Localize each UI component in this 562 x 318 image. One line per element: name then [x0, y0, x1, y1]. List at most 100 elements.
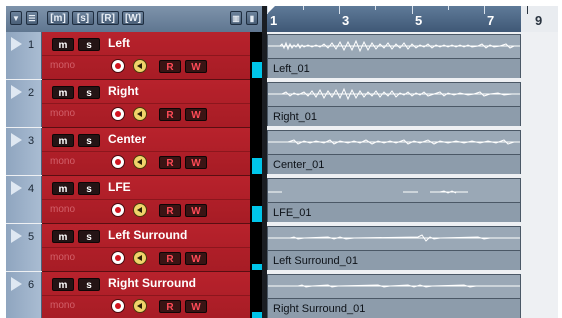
mute-button[interactable]: m	[52, 182, 74, 195]
write-automation-button[interactable]: W	[185, 300, 207, 313]
collapse-button[interactable]: ▼	[10, 11, 22, 25]
expand-arrow-icon[interactable]	[11, 85, 22, 99]
mute-button[interactable]: m	[52, 38, 74, 51]
solo-button[interactable]: s	[78, 38, 100, 51]
write-automation-button[interactable]: W	[185, 156, 207, 169]
audio-event[interactable]: Right Surround_01	[267, 274, 521, 318]
solo-button[interactable]: s	[78, 182, 100, 195]
track-lane[interactable]: Center_01	[267, 128, 558, 176]
track-header[interactable]: m s Left Surround mono R W	[42, 224, 250, 272]
mute-button[interactable]: m	[52, 86, 74, 99]
solo-button[interactable]: s	[78, 278, 100, 291]
meter-fill	[252, 264, 262, 270]
read-automation-button[interactable]: R	[159, 204, 181, 217]
expand-arrow-icon[interactable]	[11, 37, 22, 51]
monitor-speaker-icon[interactable]	[133, 203, 147, 217]
read-automation-button[interactable]: R	[159, 300, 181, 313]
monitor-speaker-icon[interactable]	[133, 59, 147, 73]
track-number: 2	[28, 87, 35, 99]
track-number-column[interactable]: 2	[6, 80, 42, 127]
timeline-ruler[interactable]: 1 3 5 7 9	[267, 6, 558, 33]
track-row[interactable]: 3 m s Center mono R W Center_01	[6, 128, 558, 176]
global-read-button[interactable]: [R]	[97, 11, 119, 25]
track-row[interactable]: 2 m s Right mono R W Right_01	[6, 80, 558, 128]
audio-event[interactable]: Center_01	[267, 130, 521, 174]
mute-button[interactable]: m	[52, 134, 74, 147]
record-enable-icon[interactable]	[111, 203, 125, 217]
track-row[interactable]: 4 m s LFE mono R W LFE_01	[6, 176, 558, 224]
track-number-column[interactable]: 6	[6, 272, 42, 318]
monitor-speaker-icon[interactable]	[133, 155, 147, 169]
track-name[interactable]: Center	[108, 132, 146, 146]
view-options-button[interactable]: ☰	[26, 11, 38, 25]
read-automation-button[interactable]: R	[159, 60, 181, 73]
audio-event[interactable]: Left Surround_01	[267, 226, 521, 270]
track-header[interactable]: m s Right Surround mono R W	[42, 272, 250, 318]
track-lane[interactable]: LFE_01	[267, 176, 558, 224]
ruler-after-end: 9	[521, 6, 558, 32]
track-name[interactable]: Right	[108, 84, 139, 98]
track-lane[interactable]: Right Surround_01	[267, 272, 558, 318]
waveform	[268, 139, 520, 145]
track-name[interactable]: LFE	[108, 180, 131, 194]
track-number-column[interactable]: 5	[6, 224, 42, 271]
track-lane[interactable]: Left_01	[267, 32, 558, 80]
ruler-tick	[267, 6, 268, 14]
track-number-column[interactable]: 3	[6, 128, 42, 175]
level-meter	[250, 224, 262, 272]
track-header[interactable]: m s LFE mono R W	[42, 176, 250, 224]
audio-event[interactable]: Right_01	[267, 82, 521, 126]
monitor-speaker-icon[interactable]	[133, 299, 147, 313]
expand-arrow-icon[interactable]	[11, 133, 22, 147]
track-name[interactable]: Left	[108, 36, 130, 50]
track-row[interactable]: 5 m s Left Surround mono R W Left Surrou…	[6, 224, 558, 272]
record-enable-icon[interactable]	[111, 251, 125, 265]
ruler-label: 1	[270, 13, 278, 28]
track-number: 4	[28, 183, 35, 195]
track-lane[interactable]: Right_01	[267, 80, 558, 128]
monitor-speaker-icon[interactable]	[133, 107, 147, 121]
read-automation-button[interactable]: R	[159, 108, 181, 121]
track-name[interactable]: Left Surround	[108, 228, 187, 242]
global-solo-button[interactable]: [s]	[72, 11, 94, 25]
write-automation-button[interactable]: W	[185, 60, 207, 73]
read-automation-button[interactable]: R	[159, 156, 181, 169]
solo-button[interactable]: s	[78, 134, 100, 147]
meter-fill	[252, 206, 262, 222]
expand-arrow-icon[interactable]	[11, 277, 22, 291]
ruler-tick	[448, 6, 449, 10]
write-automation-button[interactable]: W	[185, 252, 207, 265]
expand-arrow-icon[interactable]	[11, 229, 22, 243]
track-number-column[interactable]: 4	[6, 176, 42, 223]
record-enable-icon[interactable]	[111, 155, 125, 169]
track-header[interactable]: m s Center mono R W	[42, 128, 250, 176]
track-header[interactable]: m s Right mono R W	[42, 80, 250, 128]
global-write-button[interactable]: [W]	[122, 11, 144, 25]
mute-button[interactable]: m	[52, 278, 74, 291]
global-mute-button[interactable]: [m]	[47, 11, 69, 25]
record-enable-icon[interactable]	[111, 299, 125, 313]
ruler-tick	[375, 6, 376, 10]
solo-button[interactable]: s	[78, 86, 100, 99]
track-name[interactable]: Right Surround	[108, 276, 196, 290]
channel-mode: mono	[50, 60, 76, 71]
track-row[interactable]: 6 m s Right Surround mono R W Right Surr…	[6, 272, 558, 318]
lanes-button[interactable]: ▥	[230, 11, 242, 25]
write-automation-button[interactable]: W	[185, 204, 207, 217]
audio-event[interactable]: Left_01	[267, 34, 521, 78]
track-lane[interactable]: Left Surround_01	[267, 224, 558, 272]
track-number-column[interactable]: 1	[6, 32, 42, 79]
monitor-speaker-icon[interactable]	[133, 251, 147, 265]
ruler-tick	[412, 6, 413, 14]
record-enable-icon[interactable]	[111, 59, 125, 73]
info-button[interactable]: ▮	[246, 11, 258, 25]
mute-button[interactable]: m	[52, 230, 74, 243]
track-row[interactable]: 1 m s Left mono R W Left_01	[6, 32, 558, 80]
solo-button[interactable]: s	[78, 230, 100, 243]
audio-event[interactable]: LFE_01	[267, 178, 521, 222]
expand-arrow-icon[interactable]	[11, 181, 22, 195]
track-header[interactable]: m s Left mono R W	[42, 32, 250, 80]
write-automation-button[interactable]: W	[185, 108, 207, 121]
record-enable-icon[interactable]	[111, 107, 125, 121]
read-automation-button[interactable]: R	[159, 252, 181, 265]
